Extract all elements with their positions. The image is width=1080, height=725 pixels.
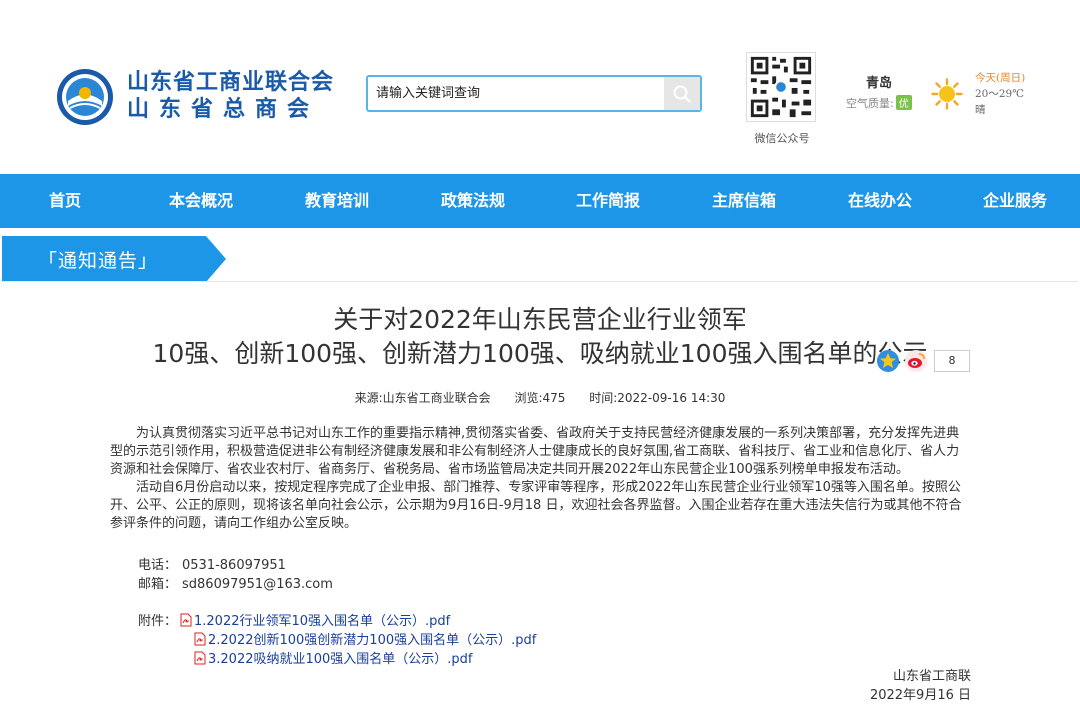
qzone-share-icon[interactable] bbox=[876, 349, 900, 373]
phone-label: 电话： bbox=[138, 558, 178, 573]
email-value: sd86097951@163.com bbox=[182, 577, 333, 592]
article-title-line2: 10强、创新100强、创新潜力100强、吸纳就业100强入围名单的公示 bbox=[152, 339, 928, 368]
section-divider bbox=[2, 281, 1078, 282]
site-header: 山东省工商业联合会 山东省总商会 微信公众号 青岛 空气质量:优 bbox=[0, 0, 1080, 174]
signer: 山东省工商联 bbox=[892, 669, 971, 684]
pdf-icon bbox=[180, 613, 192, 626]
search-input[interactable] bbox=[368, 77, 664, 110]
email-label: 邮箱： bbox=[138, 577, 178, 592]
weather-forecast: 今天(周日) 20～29℃ 晴 bbox=[975, 70, 1025, 118]
sign-date: 2022年9月16 日 bbox=[869, 688, 971, 703]
attachment-link-3[interactable]: 3.2022吸纳就业100强入围名单（公示）.pdf bbox=[194, 648, 473, 667]
nav-item-mailbox[interactable]: 主席信箱 bbox=[689, 174, 799, 228]
nav-item-training[interactable]: 教育培训 bbox=[282, 174, 392, 228]
org-name[interactable]: 山东省工商业联合会 山东省总商会 bbox=[127, 70, 334, 124]
article-views: 浏览:475 bbox=[514, 391, 566, 405]
sunny-icon bbox=[931, 78, 963, 110]
weather-day: 今天(周日) bbox=[975, 72, 1026, 84]
nav-item-office[interactable]: 在线办公 bbox=[825, 174, 935, 228]
logo-emblem-icon[interactable] bbox=[56, 68, 114, 126]
section-title[interactable]: 「通知通告」 bbox=[38, 246, 158, 273]
attachment-link-1[interactable]: 1.2022行业领军10强入围名单（公示）.pdf bbox=[180, 610, 450, 629]
attachment-name-2: 2.2022创新100强创新潜力100强入围名单（公示）.pdf bbox=[208, 633, 537, 648]
phone-value: 0531-86097951 bbox=[182, 558, 286, 573]
search-icon bbox=[673, 85, 691, 103]
weather-condition: 晴 bbox=[975, 104, 986, 116]
attachment-name-3: 3.2022吸纳就业100强入围名单（公示）.pdf bbox=[208, 652, 473, 667]
air-quality: 空气质量: 优 bbox=[846, 95, 912, 111]
contact-phone: 电话： 0531-86097951 bbox=[138, 554, 286, 573]
share-count: 8 bbox=[934, 350, 970, 372]
search-button[interactable] bbox=[664, 77, 700, 110]
article-meta: 来源:山东省工商业联合会 浏览:475 时间:2022-09-16 14:30 bbox=[0, 389, 1080, 406]
pdf-icon bbox=[194, 632, 206, 645]
weather-city: 青岛 bbox=[866, 76, 893, 91]
article-paragraph-1: 为认真贯彻落实习近平总书记对山东工作的重要指示精神,贯彻落实省委、省政府关于支持… bbox=[110, 426, 960, 477]
search-box bbox=[366, 75, 702, 112]
aqi-label: 空气质量: bbox=[846, 97, 894, 110]
nav-item-briefing[interactable]: 工作简报 bbox=[553, 174, 663, 228]
article-paragraph-2: 活动自6月份启动以来，按规定程序完成了企业申报、部门推荐、专家评审等程序，形成2… bbox=[110, 480, 962, 531]
nav-item-home[interactable]: 首页 bbox=[10, 174, 120, 228]
nav-item-service[interactable]: 企业服务 bbox=[960, 174, 1070, 228]
nav-item-policy[interactable]: 政策法规 bbox=[418, 174, 528, 228]
weibo-share-icon[interactable] bbox=[904, 349, 928, 373]
main-nav: 首页 本会概况 教育培训 政策法规 工作简报 主席信箱 在线办公 企业服务 bbox=[0, 174, 1080, 228]
pdf-icon bbox=[194, 651, 206, 664]
org-name-line2: 山东省总商会 bbox=[127, 97, 320, 122]
attachments-label: 附件： bbox=[138, 614, 178, 629]
qr-code-icon bbox=[746, 52, 816, 122]
article-body: 为认真贯彻落实习近平总书记对山东工作的重要指示精神,贯彻落实省委、省政府关于支持… bbox=[110, 425, 972, 533]
qr-label: 微信公众号 bbox=[754, 132, 810, 145]
article-title-line1: 关于对2022年山东民营企业行业领军 bbox=[333, 305, 747, 334]
org-name-line1: 山东省工商业联合会 bbox=[127, 70, 335, 95]
article-time: 时间:2022-09-16 14:30 bbox=[589, 391, 726, 405]
attachment-link-2[interactable]: 2.2022创新100强创新潜力100强入围名单（公示）.pdf bbox=[194, 629, 536, 648]
contact-email: 邮箱： sd86097951@163.com bbox=[138, 573, 333, 592]
aqi-badge: 优 bbox=[895, 95, 912, 110]
article-source: 来源:山东省工商业联合会 bbox=[354, 391, 491, 405]
weather-temp: 20～29℃ bbox=[975, 88, 1024, 100]
nav-item-about[interactable]: 本会概况 bbox=[146, 174, 256, 228]
attachment-name-1: 1.2022行业领军10强入围名单（公示）.pdf bbox=[194, 614, 451, 629]
